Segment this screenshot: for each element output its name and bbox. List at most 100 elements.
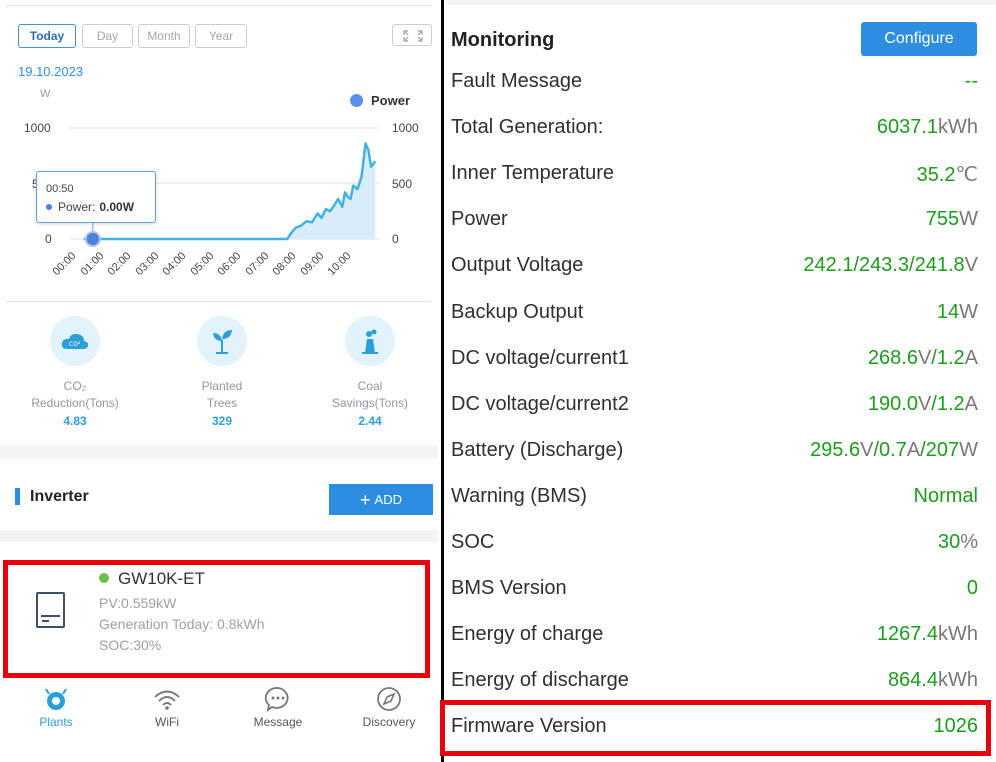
- monitoring-title: Monitoring: [451, 29, 555, 51]
- section-separator: [0, 446, 438, 458]
- chart-divider: [6, 301, 430, 302]
- tooltip-label: Power:: [58, 200, 96, 214]
- row-label: Energy of discharge: [451, 669, 629, 692]
- row-value: 14W: [937, 301, 978, 324]
- value-unit: kWh: [938, 623, 978, 646]
- plant-overview-pane: Today Day Month Year 19.10.2023 W Power …: [0, 0, 438, 762]
- configure-button[interactable]: Configure: [861, 22, 977, 56]
- value-number: 6037.1: [876, 116, 938, 139]
- monitoring-row: Fault Message --: [451, 60, 978, 106]
- discovery-icon: [344, 685, 434, 713]
- monitoring-row: BMS Version 0: [451, 567, 978, 613]
- tab-label: Message: [253, 715, 303, 729]
- value-unit: V: [964, 254, 978, 277]
- co2-cloud-icon: CO²: [50, 316, 100, 366]
- pane-divider: [441, 0, 444, 762]
- row-value: 0: [967, 577, 978, 600]
- wifi-icon: [122, 685, 212, 713]
- section-separator: [0, 530, 438, 542]
- monitoring-row: Power 755W: [451, 198, 978, 244]
- row-label: Warning (BMS): [451, 484, 587, 507]
- value-number: 1267.4: [876, 623, 938, 646]
- coal-plant-icon: [345, 316, 395, 366]
- co2-reduction-stat: CO² CO₂ Reduction(Tons) 4.83: [15, 316, 135, 428]
- tooltip-dot: [46, 204, 52, 210]
- tooltip-value: 0.00W: [99, 200, 135, 214]
- monitoring-row: Output Voltage 242.1/243.3/241.8V: [451, 244, 978, 290]
- tab-discovery[interactable]: Discovery: [344, 685, 434, 729]
- row-value: 190.0V/1.2A: [868, 393, 978, 416]
- row-label: SOC: [451, 531, 495, 553]
- message-icon: [233, 685, 323, 713]
- row-label: Total Generation:: [451, 116, 604, 139]
- value-number: Normal: [913, 484, 978, 507]
- value-number: 268.6: [867, 346, 918, 369]
- stat-value: 4.83: [63, 414, 87, 428]
- value-number: /207: [920, 438, 960, 461]
- value-number: /1.2: [931, 392, 965, 415]
- value-unit: V: [917, 392, 932, 415]
- tab-label: Plants: [39, 715, 73, 729]
- monitoring-row: Total Generation: 6037.1kWh: [451, 106, 978, 152]
- monitoring-row: Inner Temperature 35.2℃: [451, 152, 978, 198]
- row-value: 268.6V/1.2A: [868, 347, 978, 370]
- row-label: Backup Output: [451, 300, 584, 323]
- value-number: 755: [925, 208, 960, 231]
- value-number: /0.7: [873, 438, 907, 461]
- value-unit: A: [964, 392, 978, 415]
- tooltip-time: 00:50: [46, 183, 74, 195]
- row-label: Battery (Discharge): [451, 438, 624, 461]
- value-unit: kWh: [938, 116, 978, 139]
- coal-savings-stat: Coal Savings(Tons) 2.44: [310, 316, 430, 428]
- add-inverter-button[interactable]: + ADD: [329, 484, 433, 515]
- value-unit: %: [960, 531, 978, 553]
- stat-label: Savings(Tons): [331, 396, 409, 410]
- tab-label: Discovery: [362, 715, 416, 729]
- monitoring-row: Warning (BMS) Normal: [451, 475, 978, 521]
- stat-label: Reduction(Tons): [31, 396, 119, 410]
- row-value: 35.2℃: [917, 162, 978, 187]
- tab-label: WiFi: [155, 715, 179, 729]
- stat-value: 329: [211, 414, 233, 428]
- value-number: 0: [966, 577, 978, 600]
- plus-icon: +: [360, 489, 371, 510]
- monitoring-row: Energy of charge 1267.4kWh: [451, 613, 978, 659]
- stat-label: Coal: [357, 379, 383, 393]
- inverter-section-title: Inverter: [30, 488, 89, 505]
- chart-tooltip: 00:50 Power: 0.00W: [36, 171, 156, 223]
- value-unit: V: [917, 346, 932, 369]
- tab-message[interactable]: Message: [233, 685, 323, 729]
- plant-icon: [197, 316, 247, 366]
- value-number: --: [964, 70, 978, 92]
- monitoring-pane: Monitoring Configure Fault Message -- Tota…: [440, 0, 996, 762]
- row-label: Power: [451, 208, 508, 231]
- row-value: Normal: [914, 485, 978, 508]
- row-value: 242.1/243.3/241.8V: [803, 254, 978, 277]
- value-unit: A: [906, 438, 921, 461]
- add-button-label: ADD: [374, 492, 402, 507]
- row-value: 864.4kWh: [888, 669, 978, 692]
- stat-label: Planted: [201, 379, 243, 393]
- row-label: Fault Message: [451, 70, 583, 92]
- monitoring-row: DC voltage/current2 190.0V/1.2A: [451, 383, 978, 429]
- monitoring-row: Energy of discharge 864.4kWh: [451, 659, 978, 705]
- row-label: BMS Version: [451, 577, 567, 600]
- row-value: 295.6V/0.7A/207W: [810, 439, 978, 462]
- top-strip: [446, 0, 996, 5]
- row-label: DC voltage/current2: [451, 392, 629, 415]
- tab-plants[interactable]: Plants: [11, 685, 101, 729]
- value-number: 190.0: [867, 392, 918, 415]
- row-label: Output Voltage: [451, 254, 584, 277]
- stat-value: 2.44: [358, 414, 382, 428]
- inverter-highlight-box: [3, 560, 430, 678]
- monitoring-row: Backup Output 14W: [451, 291, 978, 337]
- stat-label: CO₂: [63, 379, 87, 393]
- row-value: 755W: [926, 208, 978, 231]
- value-number: 295.6: [810, 438, 861, 461]
- tab-wifi[interactable]: WiFi: [122, 685, 212, 729]
- selected-point[interactable]: [84, 231, 101, 247]
- monitoring-row: DC voltage/current1 268.6V/1.2A: [451, 337, 978, 383]
- value-number: /1.2: [931, 346, 965, 369]
- value-number: 35.2: [916, 164, 956, 187]
- firmware-highlight-box: [440, 700, 991, 756]
